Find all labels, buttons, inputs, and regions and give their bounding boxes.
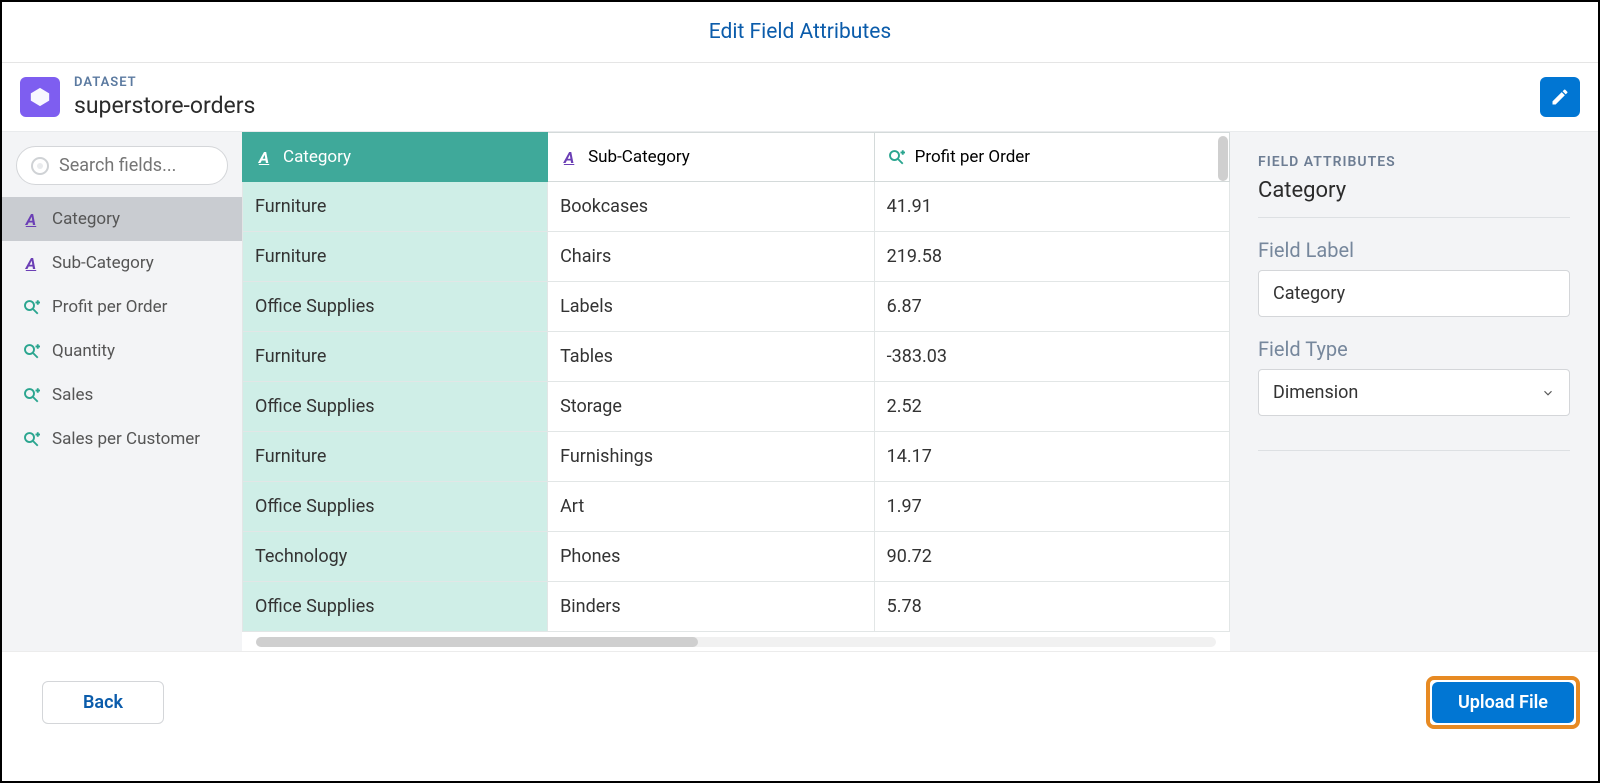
panel-divider bbox=[1258, 450, 1570, 451]
sidebar-field-item[interactable]: A Sub-Category bbox=[2, 241, 242, 285]
table-cell[interactable]: 1.97 bbox=[874, 482, 1229, 532]
table-cell[interactable]: Technology bbox=[243, 532, 548, 582]
table-cell[interactable]: Phones bbox=[548, 532, 875, 582]
sidebar-field-label: Category bbox=[52, 209, 120, 229]
dimension-icon: A bbox=[560, 148, 578, 167]
table-cell[interactable]: Office Supplies bbox=[243, 582, 548, 632]
table-cell[interactable]: Labels bbox=[548, 282, 875, 332]
sidebar-field-label: Sales per Customer bbox=[52, 429, 200, 449]
column-header[interactable]: Profit per Order bbox=[874, 133, 1229, 182]
table-row: TechnologyPhones90.72 bbox=[243, 532, 1230, 582]
field-label-caption: Field Label bbox=[1258, 238, 1570, 262]
sidebar-field-label: Quantity bbox=[52, 341, 115, 361]
data-preview: A Category A Sub-Category Profit per Order F… bbox=[242, 132, 1230, 651]
search-indicator-icon bbox=[31, 157, 49, 175]
sidebar-field-label: Sales bbox=[52, 385, 93, 405]
measure-icon bbox=[22, 298, 40, 316]
field-type-value: Dimension bbox=[1273, 382, 1358, 403]
measure-icon bbox=[22, 430, 40, 448]
table-row: Office SuppliesLabels6.87 bbox=[243, 282, 1230, 332]
horizontal-scrollbar[interactable] bbox=[256, 637, 1216, 647]
dimension-icon: A bbox=[22, 210, 40, 229]
sidebar-field-item[interactable]: Sales bbox=[2, 373, 242, 417]
sidebar-field-label: Profit per Order bbox=[52, 297, 167, 317]
dimension-icon: A bbox=[255, 148, 273, 167]
sidebar-field-item[interactable]: Sales per Customer bbox=[2, 417, 242, 461]
measure-icon bbox=[887, 148, 905, 166]
column-header[interactable]: A Sub-Category bbox=[548, 133, 875, 182]
table-cell[interactable]: Furniture bbox=[243, 182, 548, 232]
measure-icon bbox=[22, 342, 40, 360]
table-cell[interactable]: Furniture bbox=[243, 332, 548, 382]
table-row: FurnitureBookcases41.91 bbox=[243, 182, 1230, 232]
search-field-wrapper[interactable] bbox=[16, 146, 228, 185]
sidebar-field-item[interactable]: A Category bbox=[2, 197, 242, 241]
table-cell[interactable]: Office Supplies bbox=[243, 382, 548, 432]
column-header-label: Category bbox=[283, 147, 351, 167]
table-cell[interactable]: Furniture bbox=[243, 232, 548, 282]
attributes-field-name: Category bbox=[1258, 170, 1570, 218]
table-cell[interactable]: 14.17 bbox=[874, 432, 1229, 482]
table-cell[interactable]: 6.87 bbox=[874, 282, 1229, 332]
sidebar-field-label: Sub-Category bbox=[52, 253, 154, 273]
table-cell[interactable]: 5.78 bbox=[874, 582, 1229, 632]
footer: Back Upload File bbox=[2, 651, 1598, 753]
table-cell[interactable]: Furniture bbox=[243, 432, 548, 482]
table-row: Office SuppliesStorage2.52 bbox=[243, 382, 1230, 432]
field-type-caption: Field Type bbox=[1258, 337, 1570, 361]
table-cell[interactable]: 2.52 bbox=[874, 382, 1229, 432]
dimension-icon: A bbox=[22, 254, 40, 273]
table-cell[interactable]: -383.03 bbox=[874, 332, 1229, 382]
dataset-label: DATASET bbox=[74, 75, 255, 90]
dataset-name: superstore-orders bbox=[74, 92, 255, 119]
table-cell[interactable]: Furnishings bbox=[548, 432, 875, 482]
table-cell[interactable]: Tables bbox=[548, 332, 875, 382]
table-cell[interactable]: Chairs bbox=[548, 232, 875, 282]
column-header-label: Sub-Category bbox=[588, 147, 690, 167]
upload-highlight: Upload File bbox=[1426, 676, 1580, 729]
measure-icon bbox=[22, 386, 40, 404]
dataset-bar: DATASET superstore-orders bbox=[2, 63, 1598, 131]
table-cell[interactable]: Binders bbox=[548, 582, 875, 632]
field-label-input[interactable] bbox=[1258, 270, 1570, 317]
pencil-icon bbox=[1550, 87, 1570, 107]
edit-button[interactable] bbox=[1540, 77, 1580, 117]
table-row: Office SuppliesArt1.97 bbox=[243, 482, 1230, 532]
attributes-heading: FIELD ATTRIBUTES bbox=[1258, 154, 1570, 170]
table-cell[interactable]: Office Supplies bbox=[243, 482, 548, 532]
chevron-down-icon bbox=[1541, 386, 1555, 400]
back-button[interactable]: Back bbox=[42, 681, 164, 724]
table-row: FurnitureTables-383.03 bbox=[243, 332, 1230, 382]
table-cell[interactable]: Storage bbox=[548, 382, 875, 432]
table-cell[interactable]: 90.72 bbox=[874, 532, 1229, 582]
table-cell[interactable]: Office Supplies bbox=[243, 282, 548, 332]
dataset-icon bbox=[20, 77, 60, 117]
upload-file-button[interactable]: Upload File bbox=[1432, 682, 1574, 723]
field-attributes-panel: FIELD ATTRIBUTES Category Field Label Fi… bbox=[1230, 132, 1598, 651]
table-cell[interactable]: 219.58 bbox=[874, 232, 1229, 282]
table-cell[interactable]: 41.91 bbox=[874, 182, 1229, 232]
table-cell[interactable]: Art bbox=[548, 482, 875, 532]
table-row: Office SuppliesBinders5.78 bbox=[243, 582, 1230, 632]
sidebar-field-item[interactable]: Profit per Order bbox=[2, 285, 242, 329]
sidebar-field-item[interactable]: Quantity bbox=[2, 329, 242, 373]
table-row: FurnitureFurnishings14.17 bbox=[243, 432, 1230, 482]
field-sidebar: A Category A Sub-Category Profit per Order Qu… bbox=[2, 132, 242, 651]
column-header[interactable]: A Category bbox=[243, 133, 548, 182]
table-row: FurnitureChairs219.58 bbox=[243, 232, 1230, 282]
field-type-select[interactable]: Dimension bbox=[1258, 369, 1570, 416]
column-header-label: Profit per Order bbox=[915, 147, 1030, 167]
table-cell[interactable]: Bookcases bbox=[548, 182, 875, 232]
search-input[interactable] bbox=[59, 155, 213, 176]
vertical-scrollbar[interactable] bbox=[1218, 136, 1228, 226]
modal-title: Edit Field Attributes bbox=[2, 2, 1598, 63]
